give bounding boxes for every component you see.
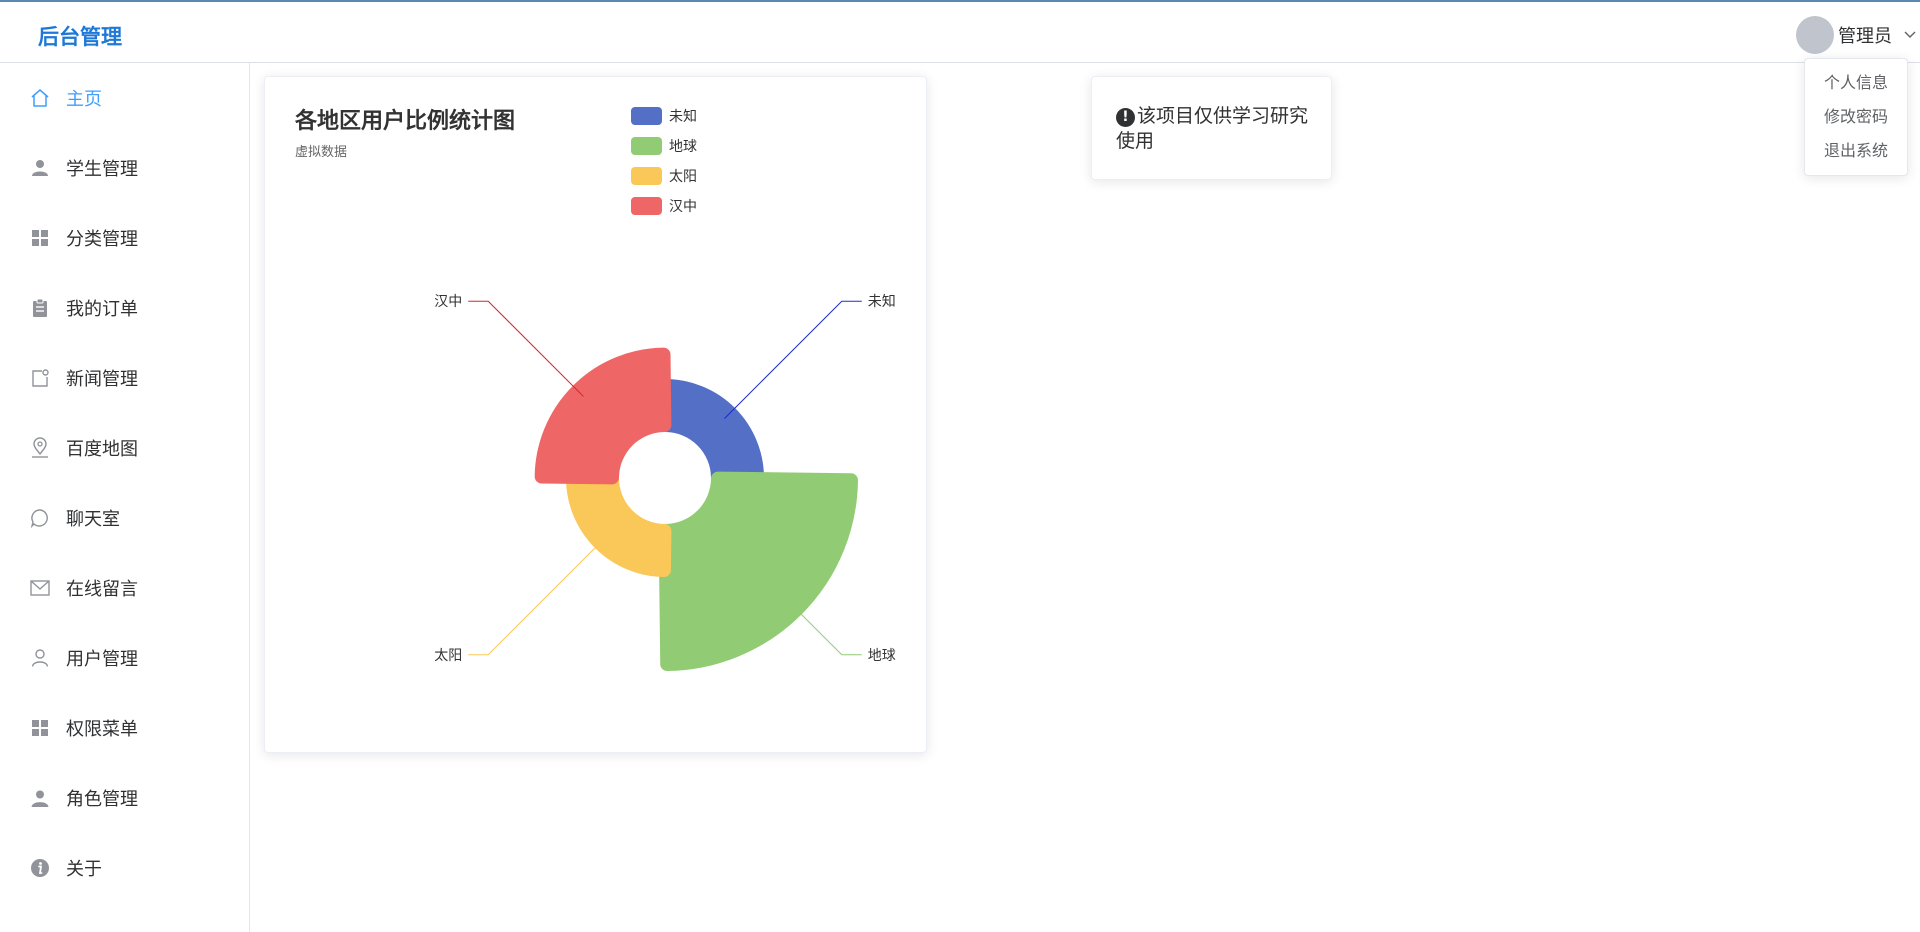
app-title[interactable]: 后台管理 <box>38 21 122 51</box>
home-icon <box>29 87 51 109</box>
top-bar: 后台管理 管理员 <box>0 0 1920 63</box>
menu-item-profile[interactable]: 个人信息 <box>1805 66 1907 100</box>
user-name[interactable]: 管理员 <box>1838 22 1892 48</box>
sidebar-item-news[interactable]: 新闻管理 <box>0 350 249 406</box>
sidebar-item-roles[interactable]: 角色管理 <box>0 770 249 826</box>
user-menu-trigger[interactable]: 管理员 <box>1796 16 1920 54</box>
rose-chart: 未知地球 太阳 汉中 <box>434 293 896 671</box>
menu-item-change-password[interactable]: 修改密码 <box>1805 100 1907 134</box>
chevron-down-icon[interactable] <box>1904 31 1916 39</box>
sidebar-item-permissions[interactable]: 权限菜单 <box>0 700 249 756</box>
sidebar-item-label: 用户管理 <box>66 649 138 670</box>
clipboard-icon <box>29 297 51 319</box>
sidebar-item-label: 我的订单 <box>66 299 138 320</box>
label-line-unknown <box>724 300 862 419</box>
sidebar-item-label: 聊天室 <box>66 509 120 530</box>
sidebar-item-categories[interactable]: 分类管理 <box>0 210 249 266</box>
sidebar-item-label: 新闻管理 <box>66 369 138 390</box>
menu-grid-icon <box>29 717 51 739</box>
label-line-hanzhong <box>468 300 584 397</box>
user-icon <box>29 647 51 669</box>
sidebar-item-label: 权限菜单 <box>66 719 138 740</box>
slice-label-unknown: 未知 <box>868 293 896 310</box>
chat-icon <box>29 507 51 529</box>
slice-label-earth: 地球 <box>868 648 896 664</box>
slice-label-sun: 太阳 <box>434 648 462 664</box>
chart-card: 各地区用户比例统计图 虚拟数据 未知 地球 太阳 汉中 未知 地球 太阳 汉中 <box>264 76 927 753</box>
sidebar-item-label: 学生管理 <box>66 159 138 180</box>
sidebar-item-label: 分类管理 <box>66 229 138 250</box>
sidebar-item-users[interactable]: 用户管理 <box>0 630 249 686</box>
sidebar: 主页 学生管理 分类管理 我的订单 新闻管理 百度地图 聊天室 在线留言 用户管… <box>0 63 250 932</box>
warning-icon: ! <box>1116 108 1135 127</box>
sidebar-item-about[interactable]: 关于 <box>0 840 249 896</box>
message-icon <box>29 577 51 599</box>
notice-text: ! 该项目仅供学习研究使用 <box>1116 104 1316 154</box>
sidebar-item-messages[interactable]: 在线留言 <box>0 560 249 616</box>
news-icon <box>29 367 51 389</box>
user-solid-icon <box>29 157 51 179</box>
user-dropdown-menu: 个人信息 修改密码 退出系统 <box>1804 58 1908 176</box>
sidebar-item-label: 主页 <box>66 89 102 110</box>
sidebar-item-chatroom[interactable]: 聊天室 <box>0 490 249 546</box>
sidebar-item-baidu-map[interactable]: 百度地图 <box>0 420 249 476</box>
avatar[interactable] <box>1796 16 1834 54</box>
menu-grid-icon <box>29 227 51 249</box>
avatar-icon <box>29 787 51 809</box>
notice-message: 该项目仅供学习研究使用 <box>1116 105 1309 152</box>
notice-card: ! 该项目仅供学习研究使用 <box>1091 76 1332 180</box>
sidebar-item-label: 百度地图 <box>66 439 138 460</box>
sidebar-item-label: 角色管理 <box>66 789 138 810</box>
map-location-icon <box>29 437 51 459</box>
info-icon <box>29 857 51 879</box>
slice-label-hanzhong: 汉中 <box>434 294 462 310</box>
sidebar-item-home[interactable]: 主页 <box>0 70 249 126</box>
menu-item-logout[interactable]: 退出系统 <box>1805 134 1907 168</box>
sidebar-item-label: 关于 <box>66 859 102 880</box>
label-line-sun <box>468 537 606 656</box>
sidebar-item-orders[interactable]: 我的订单 <box>0 280 249 336</box>
sidebar-item-students[interactable]: 学生管理 <box>0 140 249 196</box>
sidebar-item-label: 在线留言 <box>66 579 138 600</box>
